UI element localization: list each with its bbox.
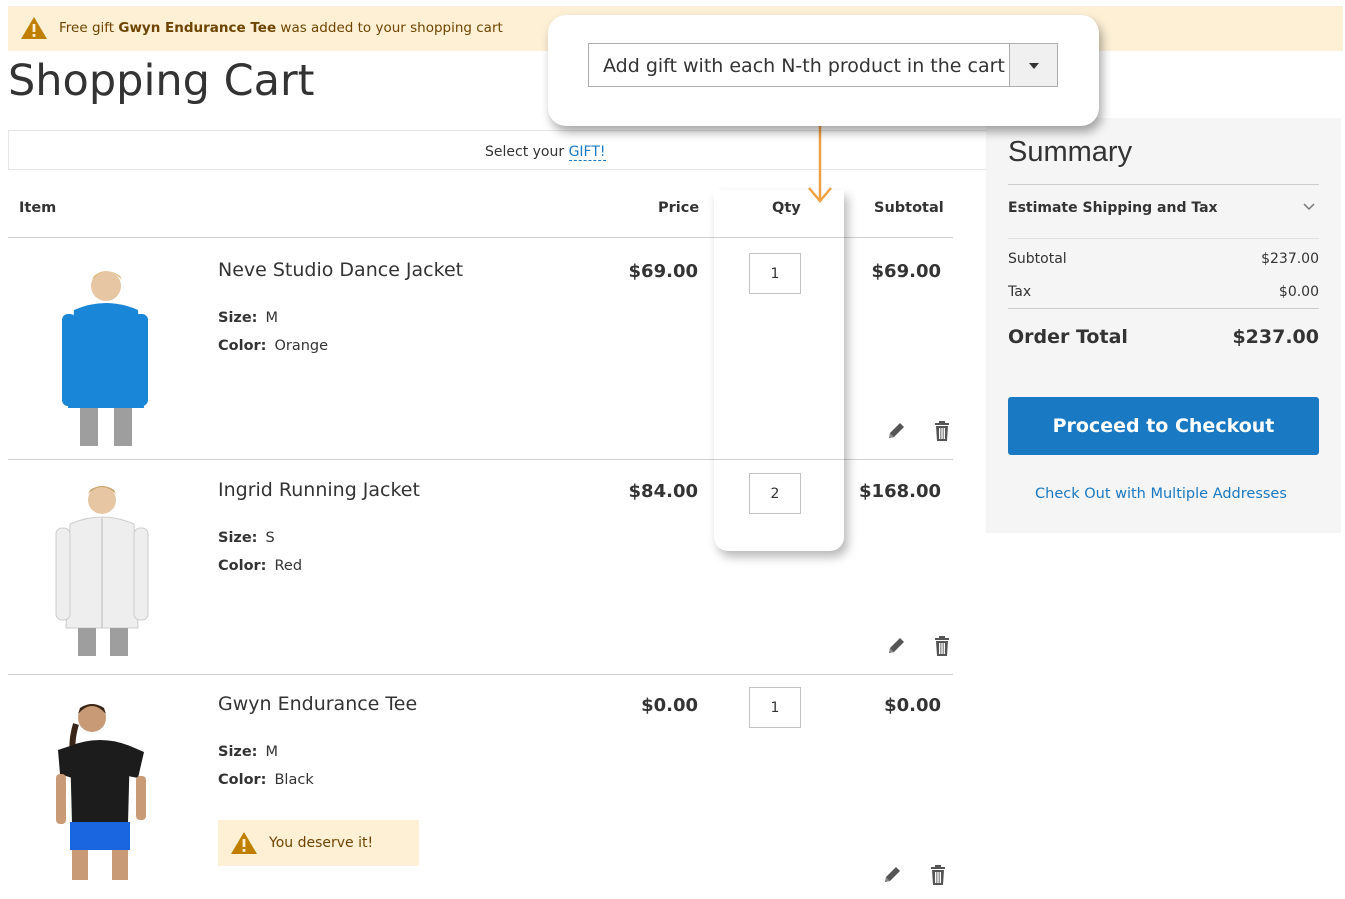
multiple-addresses-link[interactable]: Check Out with Multiple Addresses xyxy=(1035,486,1287,502)
dropdown-caret-icon[interactable] xyxy=(1009,44,1057,86)
product-option-color: Color: Orange xyxy=(218,338,329,354)
gift-rule-select[interactable]: Add gift with each N-th product in the c… xyxy=(588,43,1058,87)
notice-message: Free gift Gwyn Endurance Tee was added t… xyxy=(59,20,503,36)
gift-message-text: You deserve it! xyxy=(269,835,374,851)
order-summary: Summary Estimate Shipping and Tax Subtot… xyxy=(986,118,1341,533)
product-image[interactable] xyxy=(30,694,170,884)
product-option-size: Size: M xyxy=(218,310,279,326)
qty-input[interactable] xyxy=(749,687,801,728)
product-garment xyxy=(68,303,144,408)
product-price: $0.00 xyxy=(641,695,698,716)
product-name[interactable]: Gwyn Endurance Tee xyxy=(218,693,417,715)
estimate-shipping-toggle[interactable]: Estimate Shipping and Tax xyxy=(1008,200,1218,216)
product-image[interactable] xyxy=(30,258,170,448)
summary-subtotal-label: Subtotal xyxy=(1008,251,1067,267)
pencil-icon[interactable] xyxy=(885,635,907,657)
proceed-to-checkout-button[interactable]: Proceed to Checkout xyxy=(1008,397,1319,455)
page-title: Shopping Cart xyxy=(8,56,315,106)
summary-divider xyxy=(1008,184,1319,185)
product-price: $69.00 xyxy=(628,261,698,282)
item-divider xyxy=(8,674,953,675)
chevron-down-icon[interactable] xyxy=(1302,200,1316,214)
product-subtotal: $69.00 xyxy=(871,261,941,282)
product-option-color: Color: Red xyxy=(218,558,303,574)
gift-rule-select-value: Add gift with each N-th product in the c… xyxy=(603,55,1005,77)
pencil-icon[interactable] xyxy=(885,420,907,442)
pencil-icon[interactable] xyxy=(881,864,903,886)
trash-icon[interactable] xyxy=(927,864,949,886)
gift-select-text: Select your GIFT! xyxy=(485,144,606,161)
product-option-size: Size: M xyxy=(218,744,279,760)
gift-select-bar: Select your GIFT! xyxy=(8,130,986,170)
warning-icon xyxy=(21,17,47,39)
col-header-subtotal: Subtotal xyxy=(874,200,944,216)
trash-icon[interactable] xyxy=(931,635,953,657)
col-header-price: Price xyxy=(658,200,700,216)
order-total-value: $237.00 xyxy=(1232,326,1319,348)
product-subtotal: $168.00 xyxy=(859,481,941,502)
product-price: $84.00 xyxy=(628,481,698,502)
trash-icon[interactable] xyxy=(931,420,953,442)
gift-select-link[interactable]: GIFT! xyxy=(568,144,606,161)
qty-column-highlight xyxy=(714,190,844,551)
product-option-size: Size: S xyxy=(218,530,275,546)
order-total-label: Order Total xyxy=(1008,326,1128,348)
summary-subtotal-value: $237.00 xyxy=(1261,251,1319,267)
summary-tax-value: $0.00 xyxy=(1278,284,1319,300)
gift-message: You deserve it! xyxy=(218,820,419,866)
summary-divider xyxy=(1008,238,1319,239)
product-name[interactable]: Neve Studio Dance Jacket xyxy=(218,259,463,281)
product-name[interactable]: Ingrid Running Jacket xyxy=(218,479,420,501)
col-header-item: Item xyxy=(19,200,57,216)
notice-product-name: Gwyn Endurance Tee xyxy=(118,20,277,36)
summary-divider xyxy=(1008,308,1319,309)
gift-rule-callout: Add gift with each N-th product in the c… xyxy=(548,15,1099,126)
warning-icon xyxy=(231,832,257,854)
product-subtotal: $0.00 xyxy=(884,695,941,716)
product-garment xyxy=(70,740,130,824)
product-option-color: Color: Black xyxy=(218,772,314,788)
product-image[interactable] xyxy=(30,478,170,668)
summary-tax-label: Tax xyxy=(1008,284,1032,300)
summary-title: Summary xyxy=(1008,136,1133,168)
